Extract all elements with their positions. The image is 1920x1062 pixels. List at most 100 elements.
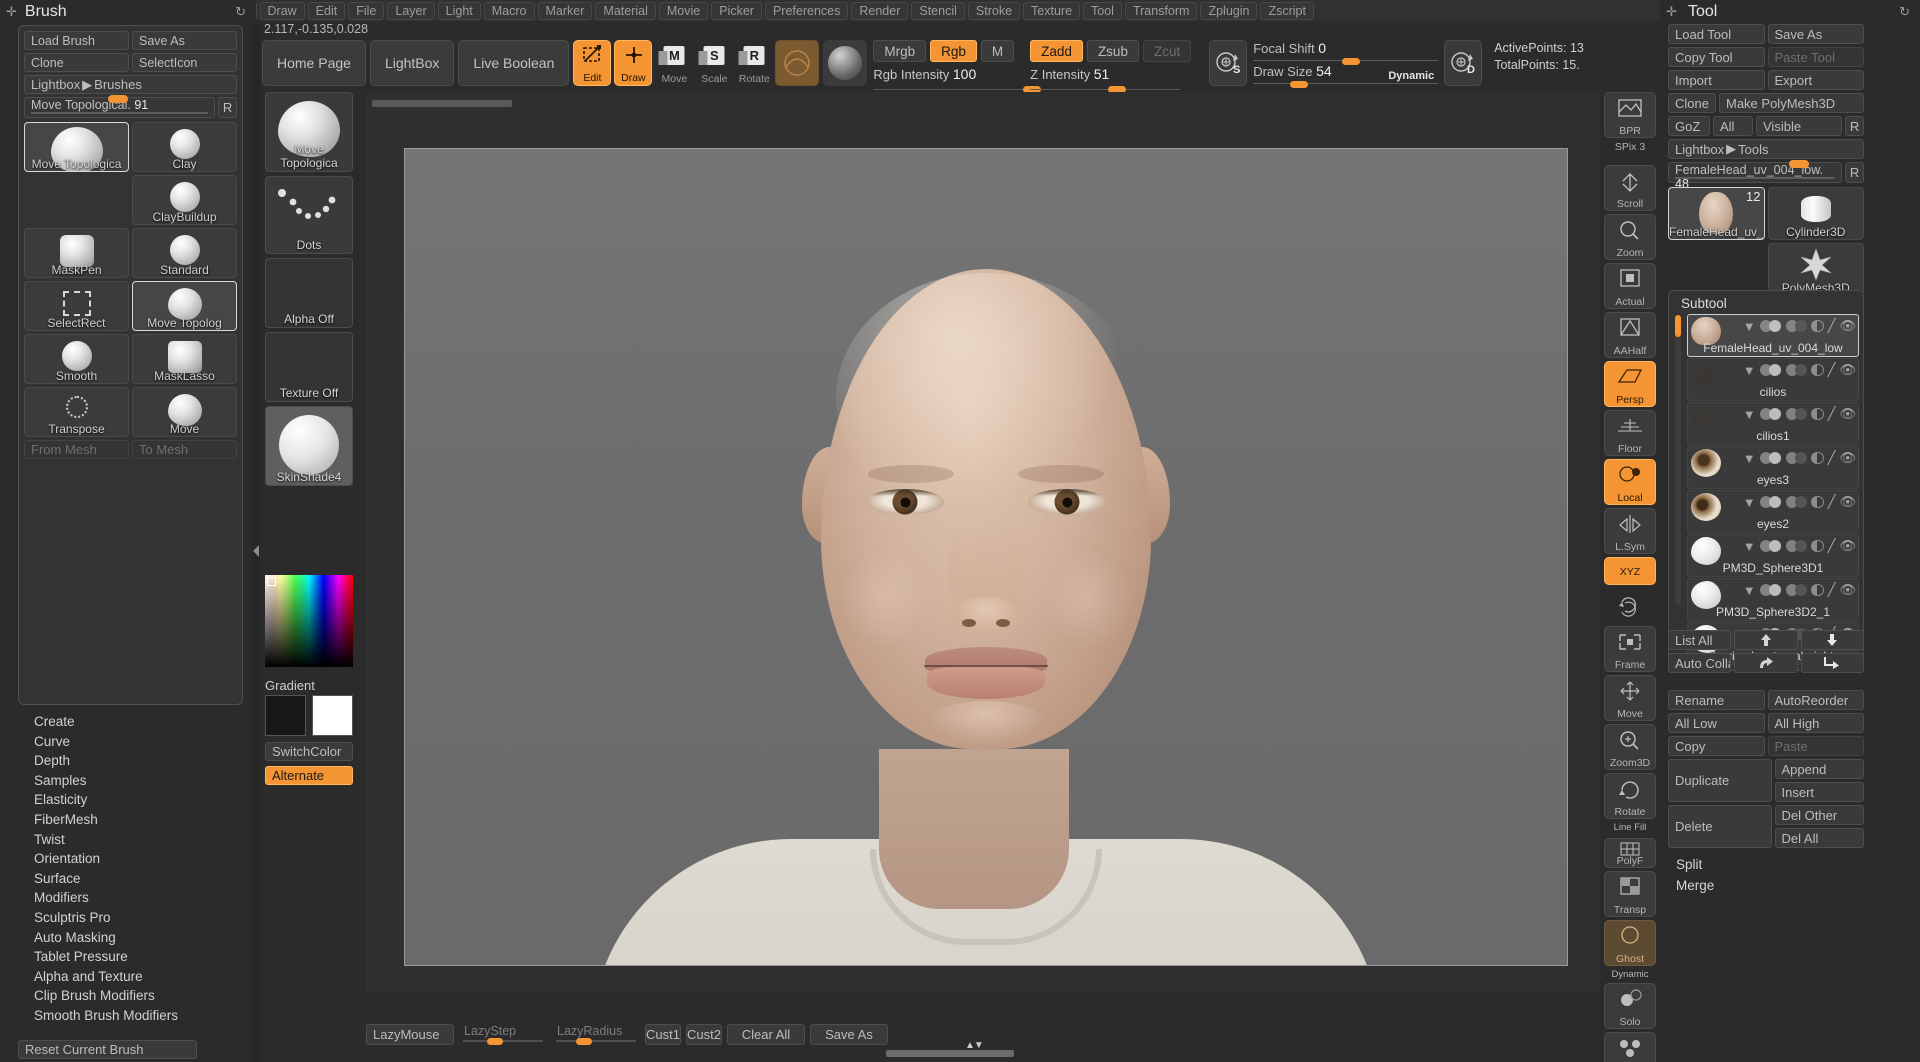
shelf-scroll-button[interactable]: Scroll (1604, 165, 1656, 211)
polypaint-icon[interactable]: ▼ (1743, 495, 1756, 510)
brush-item-maskpen[interactable]: MaskPen (24, 228, 129, 278)
contrast-icon[interactable] (1811, 407, 1824, 420)
shelf-local-button[interactable]: Local (1604, 459, 1656, 505)
brush-slider-reset-button[interactable]: R (218, 97, 237, 118)
contrast-icon[interactable] (1811, 451, 1824, 464)
brush-icon[interactable]: ╱ (1828, 406, 1836, 422)
visibility-dots-icon[interactable] (1759, 496, 1782, 508)
menu-item-edit[interactable]: Edit (307, 1, 346, 20)
menu-item-transform[interactable]: Transform (1124, 1, 1198, 20)
lazyradius-slider[interactable]: LazyRadius (552, 1024, 640, 1045)
polypaint-icon[interactable]: ▼ (1743, 363, 1756, 378)
shelf-xpose-button[interactable]: Xpose (1604, 1032, 1656, 1062)
shading-icon[interactable] (1785, 408, 1808, 420)
tool-slider-reset-button[interactable]: R (1845, 162, 1864, 183)
menu-item-tool[interactable]: Tool (1083, 1, 1122, 20)
subpalette-sculptris-pro[interactable]: Sculptris Pro (18, 908, 243, 928)
zadd-button[interactable]: Zadd (1030, 40, 1083, 62)
subpalette-clip-brush-modifiers[interactable]: Clip Brush Modifiers (18, 986, 243, 1006)
shelf-xyz-button[interactable]: XYZ (1604, 557, 1656, 585)
shelf-frame-button[interactable]: Frame (1604, 626, 1656, 672)
auto-collapse-button[interactable]: Auto Collapse (1668, 653, 1732, 673)
brush-item-standard[interactable]: Standard (132, 228, 237, 278)
append-button[interactable]: Append (1774, 759, 1864, 779)
shelf-zoom-button[interactable]: Zoom (1604, 214, 1656, 260)
subtool-item-eyes3[interactable]: ▼ ╱ 👁 eyes3 (1687, 446, 1859, 489)
goz-r-button[interactable]: R (1845, 116, 1864, 136)
insert-button[interactable]: Insert (1774, 782, 1864, 802)
3d-viewport[interactable] (404, 148, 1568, 966)
move-mode-button[interactable]: M Move (655, 40, 693, 86)
contrast-icon[interactable] (1811, 539, 1824, 552)
menu-item-render[interactable]: Render (851, 1, 909, 20)
brush-item-move-topological[interactable]: Move Topolog (132, 281, 237, 331)
move-indent-button[interactable] (1800, 653, 1864, 673)
eye-icon[interactable]: 👁 (1839, 318, 1856, 334)
menu-item-zplugin[interactable]: Zplugin (1200, 1, 1258, 20)
lightbox-button[interactable]: LightBox (369, 40, 455, 86)
subpalette-curve[interactable]: Curve (18, 732, 243, 752)
left-tray-handle[interactable] (252, 25, 260, 1062)
subtool-item-eyes2[interactable]: ▼ ╱ 👁 eyes2 (1687, 490, 1859, 533)
brush-icon[interactable]: ╱ (1828, 318, 1836, 334)
alternate-button[interactable]: Alternate (265, 766, 353, 785)
load-tool-button[interactable]: Load Tool (1668, 24, 1765, 44)
shelf-zoom3d-button[interactable]: Zoom3D (1604, 724, 1656, 770)
rename-button[interactable]: Rename (1668, 690, 1765, 710)
dynamic-toggle-button[interactable]: D (1444, 40, 1483, 86)
m-button[interactable]: M (980, 40, 1015, 62)
shelf-transp-button[interactable]: Transp (1604, 871, 1656, 917)
tool-item-cylinder3d[interactable]: Cylinder3D (1767, 187, 1864, 240)
merge-subpalette[interactable]: Merge (1668, 875, 1864, 896)
polypaint-icon[interactable]: ▼ (1743, 451, 1756, 466)
subpalette-samples[interactable]: Samples (18, 771, 243, 791)
shading-icon[interactable] (1785, 452, 1808, 464)
eye-icon[interactable]: 👁 (1839, 362, 1856, 378)
shelf-floor-button[interactable]: Floor (1604, 410, 1656, 456)
contrast-icon[interactable] (1811, 363, 1824, 376)
clone-brush-button[interactable]: Clone (24, 53, 129, 72)
eye-icon[interactable]: 👁 (1839, 450, 1856, 466)
subpalette-create[interactable]: Create (18, 712, 243, 732)
current-brush-slider[interactable]: Move Topological. 91 (24, 95, 215, 118)
eye-icon[interactable]: 👁 (1839, 406, 1856, 422)
primary-color-swatch[interactable] (265, 695, 306, 736)
bottom-horizontal-scrollbar[interactable] (886, 1050, 1014, 1057)
contrast-icon[interactable] (1811, 495, 1824, 508)
brush-item-smooth[interactable]: Smooth (24, 334, 129, 384)
subpalette-orientation[interactable]: Orientation (18, 849, 243, 869)
move-handle-icon[interactable]: ✛ (6, 4, 17, 20)
all-low-button[interactable]: All Low (1668, 713, 1765, 733)
autoreorder-button[interactable]: AutoReorder (1767, 690, 1864, 710)
menu-item-preferences[interactable]: Preferences (764, 1, 849, 20)
subtool-item-cilios1[interactable]: ▼ ╱ 👁 cilios1 (1687, 402, 1859, 445)
quickpick-stroke[interactable]: Dots (265, 176, 353, 254)
lazystep-slider[interactable]: LazyStep (459, 1024, 547, 1045)
menu-item-picker[interactable]: Picker (711, 1, 762, 20)
z-intensity-row[interactable]: Z Intensity 51 (1030, 66, 1191, 82)
subpalette-depth[interactable]: Depth (18, 751, 243, 771)
menu-item-stencil[interactable]: Stencil (911, 1, 965, 20)
move-handle-icon[interactable]: ✛ (1666, 4, 1677, 20)
eye-icon[interactable]: 👁 (1839, 494, 1856, 510)
subpalette-elasticity[interactable]: Elasticity (18, 790, 243, 810)
lightbox-brushes-button[interactable]: Lightbox ▶ Brushes (24, 75, 237, 94)
goz-all-button[interactable]: All (1713, 116, 1753, 136)
duplicate-button[interactable]: Duplicate (1668, 759, 1772, 802)
shelf-lsym-button[interactable]: L.Sym (1604, 508, 1656, 554)
clear-all-button[interactable]: Clear All (727, 1023, 805, 1045)
polypaint-icon[interactable]: ▼ (1743, 319, 1756, 334)
shelf-move-button[interactable]: Move (1604, 675, 1656, 721)
subpalette-modifiers[interactable]: Modifiers (18, 888, 243, 908)
brush-item-masklasso[interactable]: MaskLasso (132, 334, 237, 384)
delete-button[interactable]: Delete (1668, 805, 1772, 848)
brush-icon[interactable]: ╱ (1828, 582, 1836, 598)
visibility-dots-icon[interactable] (1759, 364, 1782, 376)
switch-color-button[interactable]: SwitchColor (265, 742, 353, 761)
subpalette-fibermesh[interactable]: FiberMesh (18, 810, 243, 830)
lazymouse-button[interactable]: LazyMouse (366, 1023, 454, 1045)
shelf-polyf-button[interactable]: PolyF (1604, 838, 1656, 868)
eye-icon[interactable]: 👁 (1839, 582, 1856, 598)
shading-icon[interactable] (1785, 496, 1808, 508)
current-tool-slider[interactable]: FemaleHead_uv_004_low. 48 (1668, 160, 1842, 191)
